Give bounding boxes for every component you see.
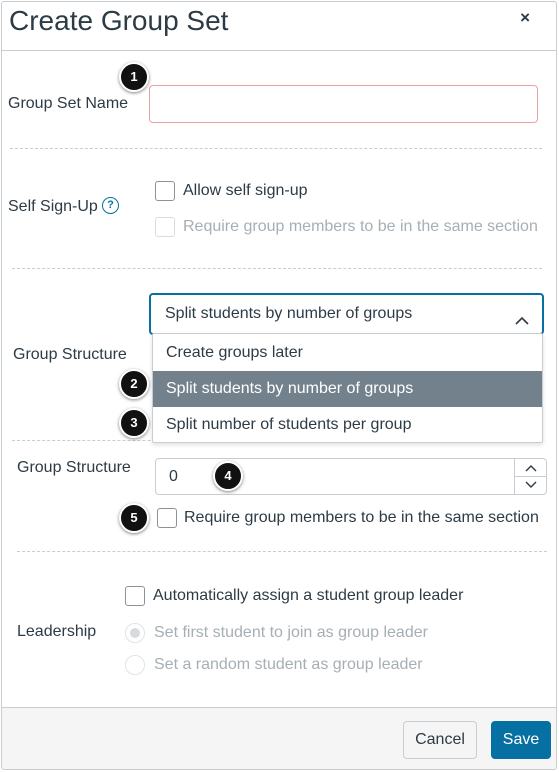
count-require-section-label: Require group members to be in the same …	[184, 509, 539, 526]
group-structure-select[interactable]: Split students by number of groups	[149, 293, 544, 335]
signup-require-section-label: Require group members to be in the same …	[183, 218, 538, 235]
option-split-students-per-group[interactable]: Split number of students per group	[153, 407, 542, 443]
group-set-name-input[interactable]	[149, 85, 538, 123]
random-student-leader-label: Set a random student as group leader	[154, 656, 423, 673]
group-structure-selected-value: Split students by number of groups	[165, 305, 413, 322]
allow-self-signup-label: Allow self sign-up	[183, 182, 308, 199]
cancel-button[interactable]: Cancel	[403, 721, 477, 759]
callout-badge-2: 2	[119, 369, 149, 399]
group-count-value: 0	[169, 468, 178, 485]
signup-require-section-checkbox	[155, 217, 175, 237]
group-count-stepper	[514, 459, 546, 494]
callout-badge-3: 3	[119, 408, 149, 438]
group-structure-options: Create groups later Split students by nu…	[152, 333, 543, 443]
auto-assign-leader-label: Automatically assign a student group lea…	[153, 587, 464, 604]
option-create-groups-later[interactable]: Create groups later	[153, 335, 542, 371]
section-divider	[10, 148, 542, 149]
help-icon[interactable]: ?	[102, 197, 119, 214]
auto-assign-leader-checkbox[interactable]	[125, 586, 145, 606]
spin-up-icon[interactable]	[515, 459, 546, 477]
spin-down-icon[interactable]	[515, 477, 546, 495]
option-split-by-number-of-groups[interactable]: Split students by number of groups	[153, 371, 542, 407]
section-divider	[17, 551, 547, 552]
group-set-name-label: Group Set Name	[8, 95, 129, 112]
dialog-footer: Cancel Save	[2, 707, 556, 769]
group-structure-label: Group Structure	[13, 346, 127, 363]
random-student-leader-radio	[125, 655, 145, 675]
dialog-title: Create Group Set	[9, 5, 229, 36]
header-divider	[2, 50, 556, 51]
callout-badge-5: 5	[119, 503, 149, 533]
close-icon[interactable]: ×	[520, 8, 530, 28]
first-student-leader-label: Set first student to join as group leade…	[154, 624, 428, 641]
save-button[interactable]: Save	[491, 721, 551, 759]
self-signup-label: Self Sign-Up	[8, 198, 98, 215]
callout-badge-1: 1	[119, 62, 149, 92]
count-require-section-checkbox[interactable]	[157, 508, 177, 528]
allow-self-signup-checkbox[interactable]	[155, 181, 175, 201]
leadership-label: Leadership	[17, 623, 97, 640]
section-divider	[12, 268, 542, 269]
callout-badge-4: 4	[213, 461, 243, 491]
group-count-label: Group Structure	[17, 459, 131, 476]
create-group-set-dialog: Create Group Set × Group Set Name 1 Self…	[1, 1, 557, 770]
first-student-leader-radio	[125, 623, 145, 643]
